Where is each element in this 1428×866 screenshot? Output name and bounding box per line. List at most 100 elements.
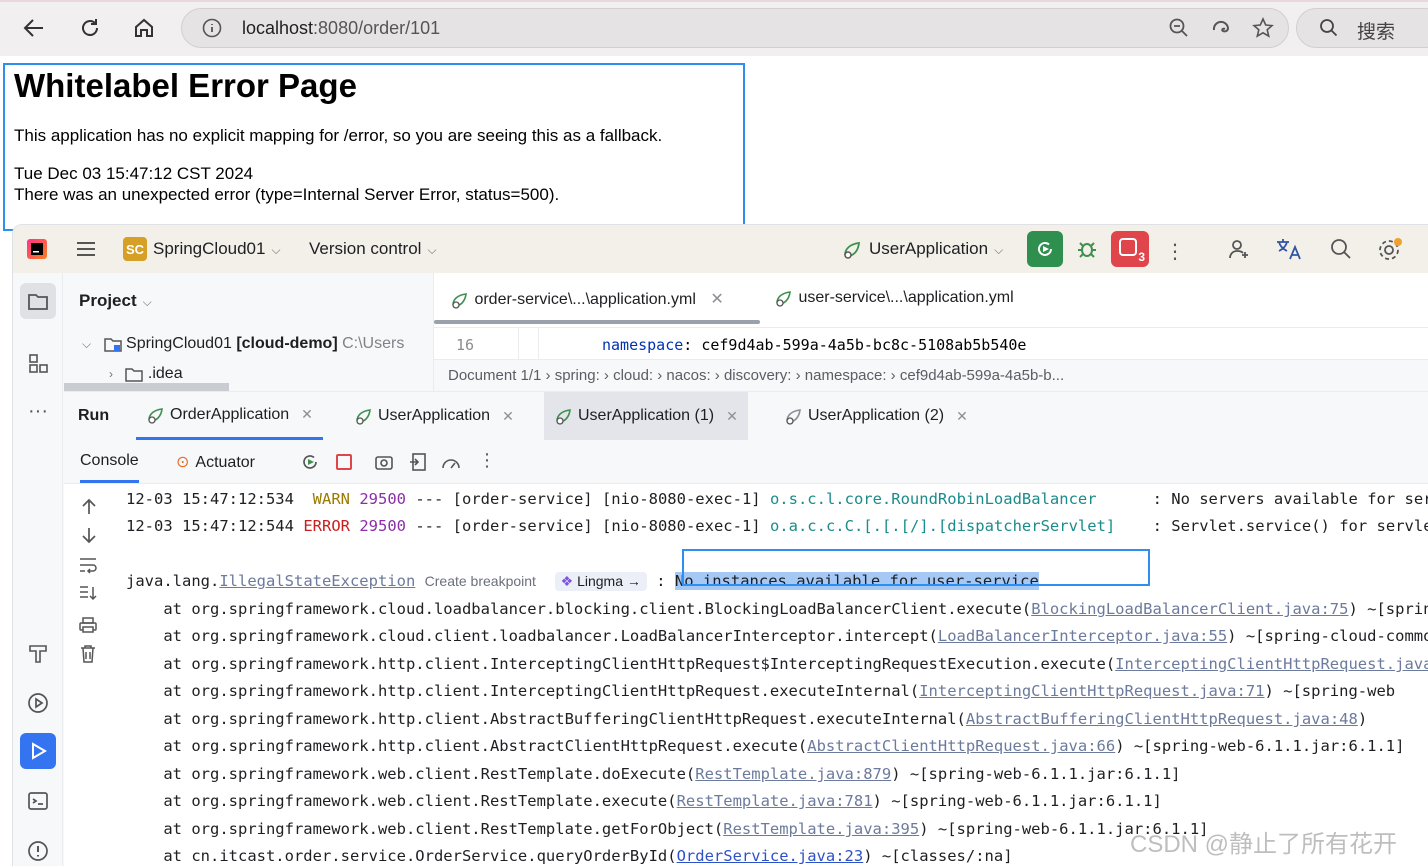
scroll-up-arrow-icon[interactable]: [80, 498, 98, 516]
main-menu-icon[interactable]: [75, 239, 97, 259]
console-tab[interactable]: Console: [80, 452, 139, 483]
search-box[interactable]: 搜索: [1296, 8, 1428, 48]
address-bar[interactable]: localhost:8080/order/101: [181, 8, 1289, 48]
tree-item-root[interactable]: ⌵ SpringCloud01 [cloud-demo] C:\Users: [82, 335, 404, 353]
more-tools-icon[interactable]: ···: [20, 393, 56, 429]
soft-wrap-icon[interactable]: [78, 556, 98, 574]
structure-icon[interactable]: [20, 345, 56, 381]
run-tabs: Run OrderApplication ✕ UserApplication ✕ U…: [64, 392, 1428, 440]
translate-icon[interactable]: [1275, 237, 1303, 261]
edge-copilot-icon[interactable]: [1210, 17, 1232, 39]
run-config-selector[interactable]: UserApplication ⌵: [869, 239, 1003, 259]
tree-item-idea[interactable]: › .idea: [109, 365, 183, 383]
problems-icon[interactable]: [20, 833, 56, 866]
console-output[interactable]: 12-03 15:47:12:534 WARN 29500 --- [order…: [126, 484, 1428, 866]
scroll-to-end-icon[interactable]: [78, 584, 98, 602]
run-tab-user-application-1[interactable]: UserApplication (1) ✕: [544, 392, 748, 440]
run-tab-user-application[interactable]: UserApplication ✕: [344, 392, 524, 440]
source-link[interactable]: BlockingLoadBalancerClient.java:75: [1031, 600, 1348, 618]
source-link[interactable]: RestTemplate.java:395: [723, 820, 919, 838]
scroll-down-arrow-icon[interactable]: [80, 526, 98, 544]
restart-icon[interactable]: [300, 452, 320, 472]
stack-line: at org.springframework.web.client.RestTe…: [126, 792, 1162, 810]
close-tab-icon[interactable]: ✕: [956, 408, 968, 425]
spring-app-icon: [354, 407, 374, 425]
lingma-chip[interactable]: ❖ Lingma →: [554, 572, 647, 591]
error-timestamp: Tue Dec 03 15:47:12 CST 2024: [14, 164, 254, 183]
close-tab-icon[interactable]: ✕: [710, 291, 723, 308]
vcs-selector[interactable]: Version control ⌵: [309, 239, 437, 259]
run-tool-icon[interactable]: [20, 733, 56, 769]
stack-line: at org.springframework.cloud.client.load…: [126, 627, 1428, 645]
breadcrumb-path[interactable]: Document 1/1 › spring: › cloud: › nacos:…: [448, 367, 1064, 384]
horizontal-scrollbar[interactable]: [64, 383, 229, 391]
log-line-warn: 12-03 15:47:12:534 WARN 29500 --- [order…: [126, 490, 1428, 508]
module-folder-icon: [103, 336, 122, 352]
create-breakpoint-hint[interactable]: Create breakpoint: [425, 573, 536, 589]
close-tab-icon[interactable]: ✕: [301, 406, 313, 423]
error-title: Whitelabel Error Page: [14, 67, 357, 104]
site-info-icon[interactable]: [202, 18, 222, 38]
ide-header: SC SpringCloud01 ⌵ Version control ⌵ UserA…: [13, 225, 1428, 273]
stack-line: at org.springframework.web.client.RestTe…: [126, 820, 1209, 838]
source-link[interactable]: InterceptingClientHttpRequest.java:88: [1115, 655, 1428, 673]
stack-line: at org.springframework.http.client.Abstr…: [126, 710, 1368, 728]
exception-class-link[interactable]: IllegalStateException: [219, 572, 415, 590]
rerun-button[interactable]: [1027, 231, 1063, 267]
editor-tab-user-yml[interactable]: user-service\...\application.yml: [774, 289, 1014, 307]
add-user-icon[interactable]: [1227, 237, 1251, 261]
search-label: 搜索: [1357, 22, 1396, 43]
active-tab-indicator: [434, 320, 760, 324]
settings-gear-icon[interactable]: [1377, 237, 1403, 263]
annotation-highlight-box: [682, 549, 1150, 586]
dashboard-icon[interactable]: [440, 452, 462, 472]
favorite-star-icon[interactable]: [1252, 17, 1274, 39]
stop-icon[interactable]: [334, 452, 354, 472]
clear-trash-icon[interactable]: [79, 644, 97, 664]
print-icon[interactable]: [78, 616, 98, 634]
source-link[interactable]: RestTemplate.java:879: [695, 765, 891, 783]
stack-line: at cn.itcast.order.service.OrderService.…: [126, 847, 1013, 865]
source-link[interactable]: LoadBalancerInterceptor.java:55: [938, 627, 1227, 645]
run-tab-order-application[interactable]: OrderApplication ✕: [136, 392, 323, 440]
project-folder-icon[interactable]: [20, 283, 56, 319]
project-pane-title[interactable]: Project ⌵: [79, 291, 152, 311]
home-icon[interactable]: [128, 12, 160, 44]
project-selector[interactable]: SpringCloud01 ⌵: [153, 239, 281, 259]
log-line-error: 12-03 15:47:12:544 ERROR 29500 --- [orde…: [126, 517, 1428, 535]
chevron-down-icon: ⌵: [142, 295, 152, 309]
services-icon[interactable]: [20, 685, 56, 721]
screenshot-icon[interactable]: [374, 452, 394, 472]
restore-layout-icon[interactable]: [408, 452, 428, 472]
chevron-down-icon: ⌵: [271, 243, 281, 257]
editor-tab-order-yml[interactable]: order-service\...\application.yml ✕: [450, 289, 724, 309]
debug-icon[interactable]: [1075, 237, 1099, 261]
close-tab-icon[interactable]: ✕: [726, 408, 738, 425]
back-icon[interactable]: [18, 12, 50, 44]
zoom-icon[interactable]: [1168, 17, 1190, 39]
editor-code-line[interactable]: 16 namespace: cef9d4ab-599a-4a5b-bc8c-51…: [434, 327, 1428, 360]
actuator-icon: ⊙: [176, 454, 190, 471]
build-hammer-icon[interactable]: [20, 635, 56, 671]
ide-window: SC SpringCloud01 ⌵ Version control ⌵ UserA…: [12, 224, 1428, 866]
source-link[interactable]: OrderService.java:23: [677, 847, 864, 865]
terminal-icon[interactable]: [20, 783, 56, 819]
source-link[interactable]: InterceptingClientHttpRequest.java:71: [919, 682, 1264, 700]
search-everywhere-icon[interactable]: [1329, 237, 1353, 261]
error-message: This application has no explicit mapping…: [14, 126, 663, 145]
spring-app-icon: [554, 407, 574, 425]
more-actions-icon[interactable]: ⋮: [1165, 239, 1185, 264]
stop-count-badge: 3: [1138, 250, 1145, 264]
ide-logo-icon: [27, 239, 47, 259]
console-toolbar: [64, 484, 114, 866]
spring-app-icon: [784, 407, 804, 425]
source-link[interactable]: RestTemplate.java:781: [677, 792, 873, 810]
stop-button[interactable]: 3: [1111, 231, 1149, 267]
reload-icon[interactable]: [74, 12, 106, 44]
actuator-tab[interactable]: ⊙ Actuator: [176, 452, 255, 472]
more-options-icon[interactable]: ⋮: [478, 450, 496, 471]
source-link[interactable]: AbstractClientHttpRequest.java:66: [807, 737, 1115, 755]
run-tab-user-application-2[interactable]: UserApplication (2) ✕: [774, 392, 978, 440]
close-tab-icon[interactable]: ✕: [502, 408, 514, 425]
source-link[interactable]: AbstractBufferingClientHttpRequest.java:…: [966, 710, 1358, 728]
